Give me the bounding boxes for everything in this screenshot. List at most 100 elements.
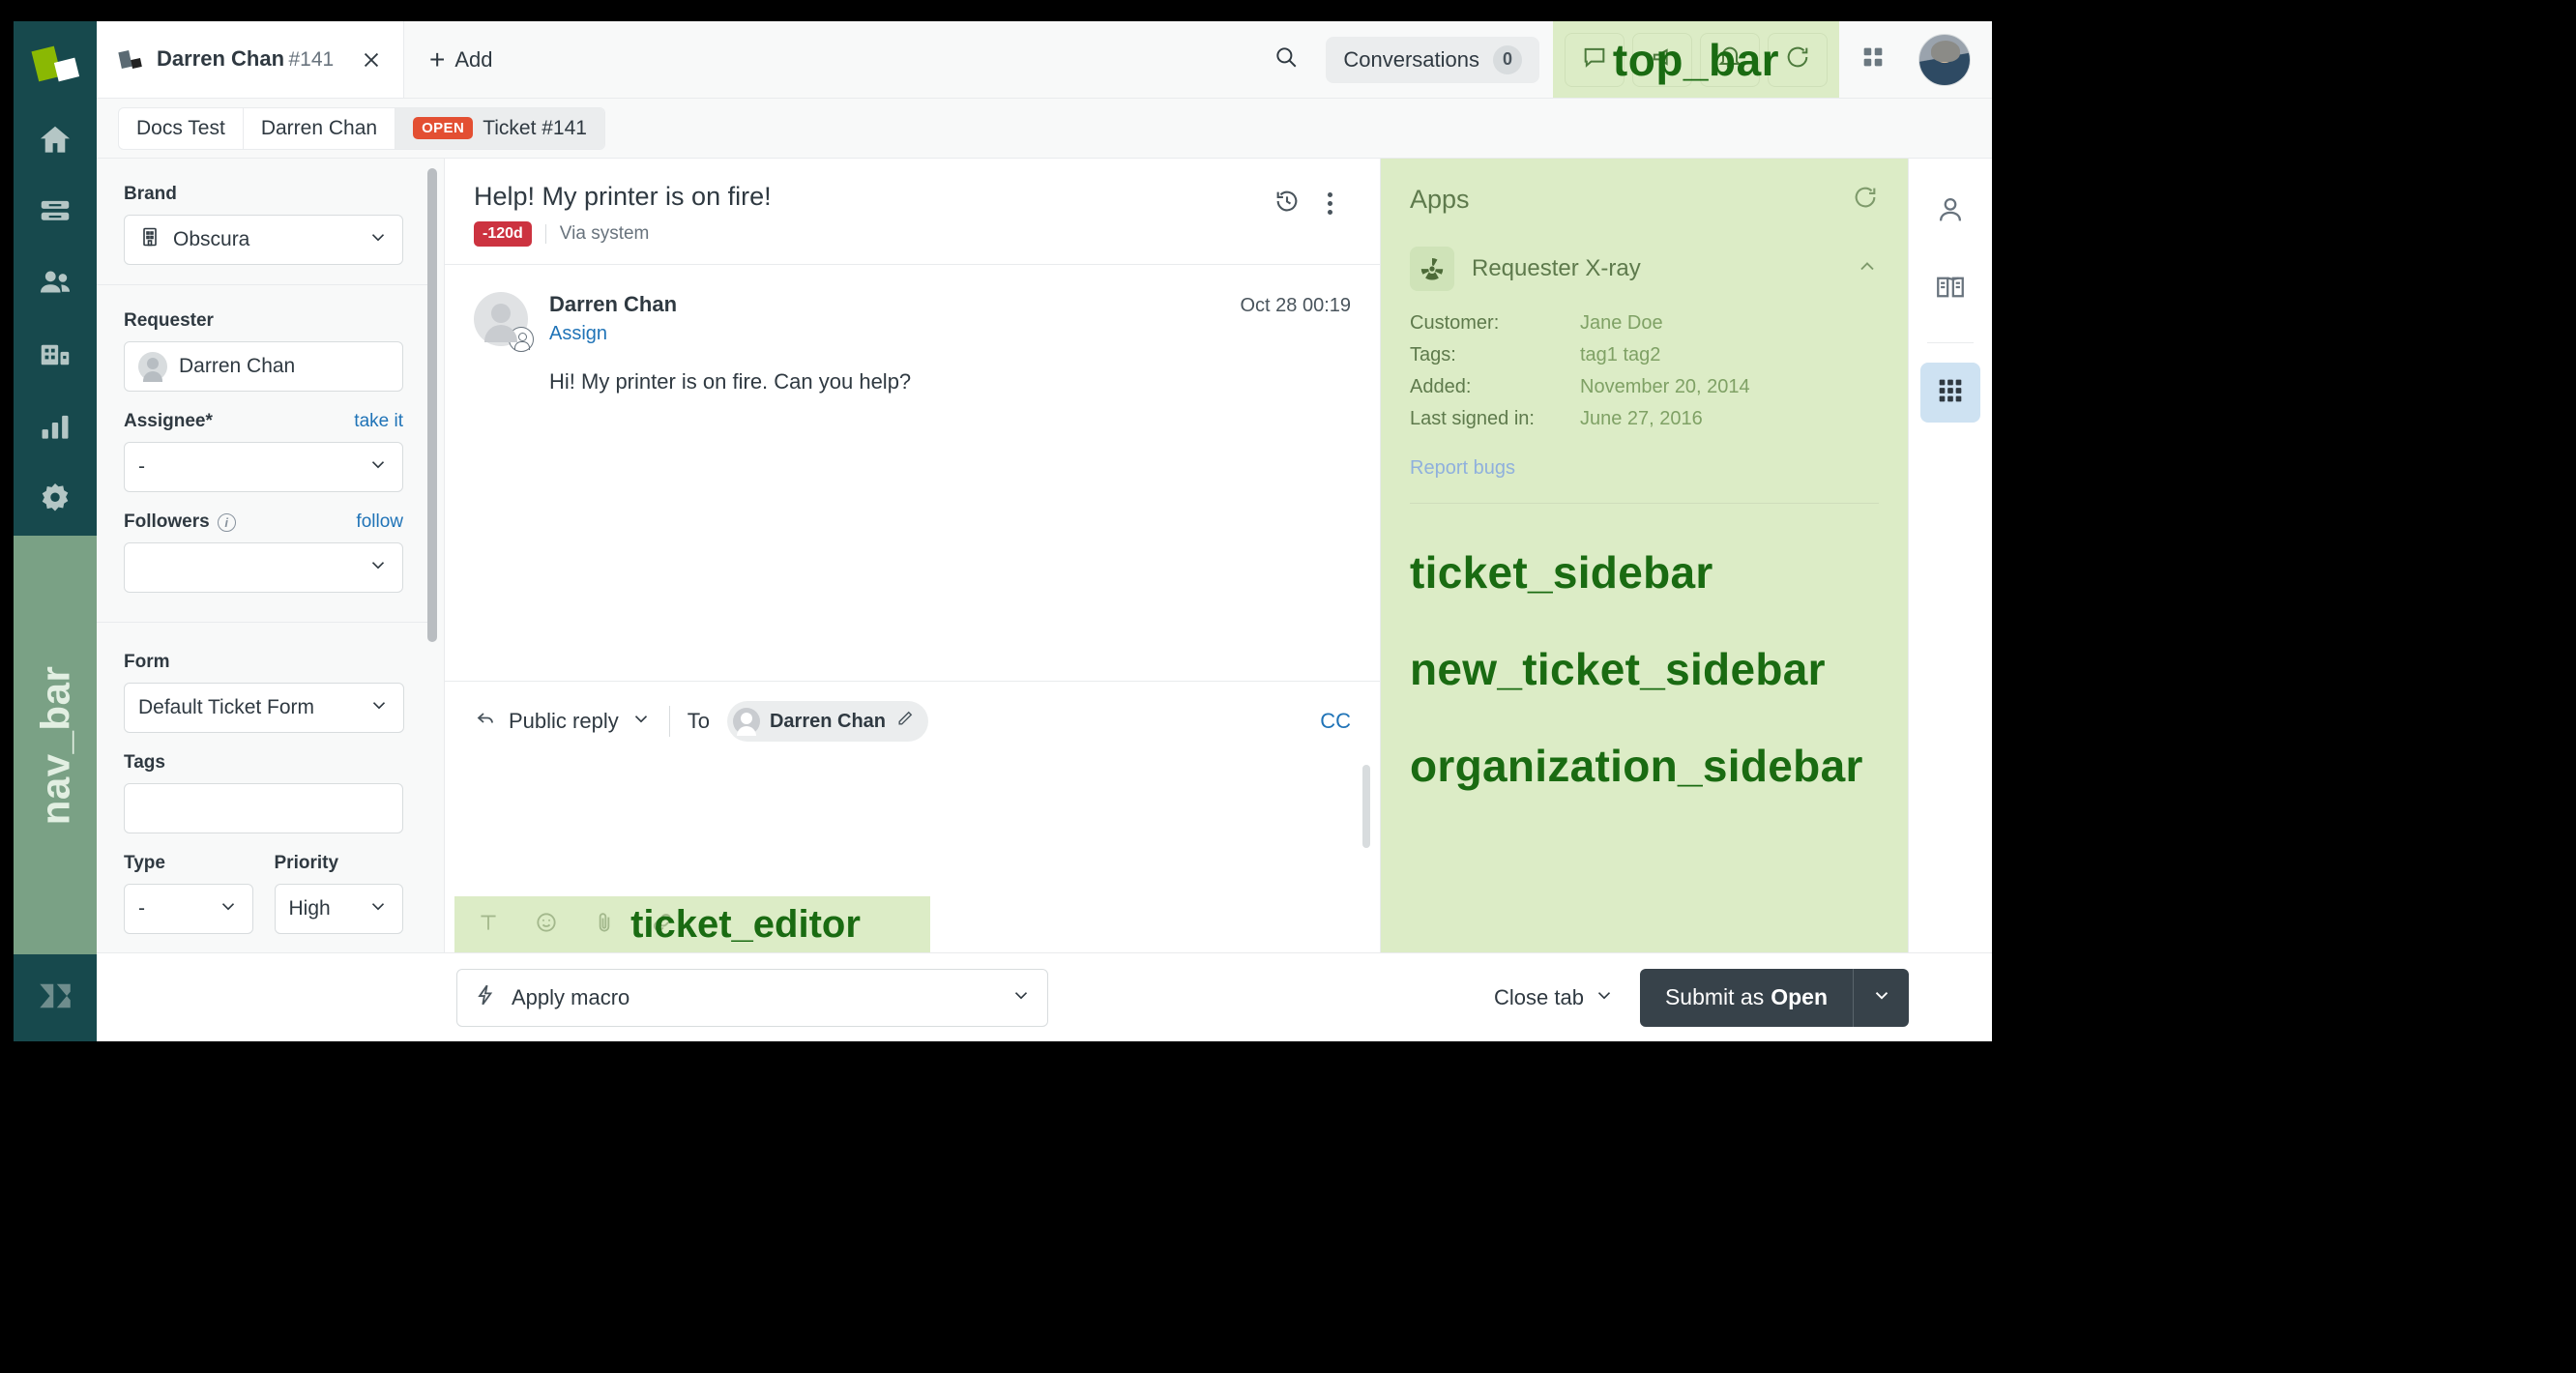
reply-arrow-icon bbox=[474, 707, 497, 736]
breadcrumb-item-0[interactable]: Docs Test bbox=[119, 107, 244, 149]
breadcrumb: Docs Test Darren Chan OPEN Ticket #141 bbox=[97, 99, 1992, 159]
via-label: Via system bbox=[559, 223, 650, 244]
field-followers: Followers i follow bbox=[124, 511, 403, 593]
chevron-down-icon bbox=[367, 453, 389, 481]
link-icon[interactable] bbox=[650, 910, 675, 940]
type-label: Type bbox=[124, 853, 165, 873]
gear-icon bbox=[37, 480, 73, 521]
recipient-chip[interactable]: Darren Chan bbox=[726, 701, 928, 742]
breadcrumb-item-current[interactable]: OPEN Ticket #141 bbox=[395, 107, 604, 149]
recipient-name: Darren Chan bbox=[769, 710, 886, 732]
notifications-button[interactable] bbox=[1700, 32, 1760, 87]
megaphone-button[interactable] bbox=[1632, 32, 1692, 87]
tags-input[interactable] bbox=[124, 783, 403, 833]
cc-link[interactable]: CC bbox=[1320, 709, 1351, 734]
nav-bottom-logo[interactable] bbox=[14, 954, 97, 1041]
channel-label: Public reply bbox=[509, 709, 619, 733]
more-options-button[interactable] bbox=[1308, 182, 1351, 224]
chat-button[interactable] bbox=[1565, 32, 1625, 87]
nav-item-organizations[interactable] bbox=[14, 321, 97, 393]
refresh-button[interactable] bbox=[1852, 184, 1879, 216]
close-tab-label: Close tab bbox=[1494, 984, 1584, 1009]
right-icon-rail bbox=[1909, 159, 1992, 952]
rail-divider bbox=[1927, 342, 1974, 343]
form-select[interactable]: Default Ticket Form bbox=[124, 683, 404, 733]
ticket-tab[interactable]: Darren Chan #141 bbox=[97, 21, 404, 98]
take-it-link[interactable]: take it bbox=[354, 411, 403, 432]
reply-textarea[interactable] bbox=[445, 761, 1380, 896]
nav-item-views[interactable] bbox=[14, 178, 97, 249]
channel-selector[interactable]: Public reply bbox=[474, 707, 652, 736]
priority-select[interactable]: High bbox=[274, 884, 403, 934]
breadcrumb-item-1[interactable]: Darren Chan bbox=[244, 107, 396, 149]
app-row: Tags: tag1 tag2 bbox=[1410, 344, 1879, 366]
nav-item-home[interactable] bbox=[14, 106, 97, 178]
rail-item-knowledge-panel[interactable] bbox=[1920, 259, 1980, 319]
info-icon[interactable]: i bbox=[217, 512, 236, 532]
submit-button[interactable]: Submit as Open bbox=[1639, 968, 1853, 1027]
conversations-button[interactable]: Conversations 0 bbox=[1326, 36, 1539, 83]
plus-icon: + bbox=[429, 44, 446, 74]
collapse-button[interactable] bbox=[1856, 255, 1879, 283]
rail-item-apps-panel[interactable] bbox=[1920, 363, 1980, 423]
brand-select[interactable]: Obscura bbox=[124, 215, 403, 265]
nav-item-admin[interactable] bbox=[14, 464, 97, 536]
radiation-icon bbox=[1410, 247, 1454, 291]
field-requester: Requester Darren Chan bbox=[124, 310, 403, 392]
avatar[interactable] bbox=[1918, 33, 1971, 86]
editor-scrollbar[interactable] bbox=[1362, 765, 1370, 848]
assign-link[interactable]: Assign bbox=[549, 323, 1351, 345]
close-tab-button[interactable]: Close tab bbox=[1494, 984, 1615, 1011]
apply-macro-select[interactable]: Apply macro bbox=[456, 968, 1048, 1027]
form-label: Form bbox=[124, 652, 170, 672]
user-icon bbox=[1934, 193, 1967, 231]
app-row-value: June 27, 2016 bbox=[1580, 408, 1703, 429]
history-icon bbox=[1273, 188, 1301, 219]
emoji-icon[interactable] bbox=[534, 910, 559, 940]
ticket-tab-title: Darren Chan bbox=[157, 46, 285, 72]
nav-item-reporting[interactable] bbox=[14, 393, 97, 464]
add-tab-button[interactable]: + Add bbox=[404, 21, 518, 98]
type-select[interactable]: - bbox=[124, 884, 253, 934]
submit-dropdown-button[interactable] bbox=[1853, 968, 1909, 1027]
assignee-select[interactable]: - bbox=[124, 442, 403, 492]
sidebar-scrollbar[interactable] bbox=[427, 168, 437, 642]
comment-author: Darren Chan bbox=[549, 292, 678, 316]
report-bugs-link[interactable]: Report bugs bbox=[1410, 457, 1879, 480]
field-form: Form Default Ticket Form bbox=[124, 652, 404, 733]
apps-grid-button[interactable] bbox=[1839, 21, 1907, 98]
rail-item-user-panel[interactable] bbox=[1920, 182, 1980, 242]
add-tab-label: Add bbox=[454, 46, 493, 72]
ticket-editor: Public reply To Darren Chan CC ticket_ed… bbox=[445, 681, 1380, 952]
comment-item: Darren Chan Oct 28 00:19 Assign Hi! My p… bbox=[474, 292, 1351, 397]
chevron-down-icon bbox=[218, 895, 239, 922]
megaphone-icon bbox=[1649, 44, 1676, 75]
search-button[interactable] bbox=[1252, 21, 1320, 98]
follow-link[interactable]: follow bbox=[356, 511, 403, 533]
apps-panel-annotations: ticket_sidebar new_ticket_sidebar organi… bbox=[1381, 504, 1908, 836]
attachment-icon[interactable] bbox=[592, 910, 617, 940]
requester-input[interactable]: Darren Chan bbox=[124, 341, 403, 392]
nav-bar-annotation: nav_bar bbox=[14, 536, 97, 954]
zendesk-logo-icon[interactable] bbox=[29, 43, 81, 87]
followers-select[interactable] bbox=[124, 542, 403, 593]
updates-button[interactable] bbox=[1768, 32, 1828, 87]
history-button[interactable] bbox=[1266, 182, 1308, 224]
zendesk-z-icon bbox=[35, 976, 75, 1021]
field-type: Type - bbox=[124, 853, 253, 934]
app-row-key: Added: bbox=[1410, 376, 1472, 397]
conversations-count: 0 bbox=[1493, 44, 1522, 74]
text-format-icon[interactable] bbox=[476, 910, 501, 940]
app-card-requester-xray: Requester X-ray Customer: Jane Doe Tags:… bbox=[1381, 225, 1908, 504]
updates-icon bbox=[1784, 44, 1811, 75]
priority-value: High bbox=[288, 897, 331, 920]
conversations-label: Conversations bbox=[1343, 46, 1479, 72]
close-icon[interactable] bbox=[355, 44, 388, 76]
pencil-icon[interactable] bbox=[895, 709, 915, 734]
nav-item-customers[interactable] bbox=[14, 249, 97, 321]
workspace-body: Brand Obscura Requester Darren Chan Assi… bbox=[97, 159, 1992, 952]
comment-body: Hi! My printer is on fire. Can you help? bbox=[549, 369, 912, 394]
editor-toolbar-annotation: ticket_editor bbox=[454, 896, 930, 952]
ticket-footer: Apply macro Close tab Submit as Open bbox=[97, 952, 1992, 1041]
status-badge: OPEN bbox=[413, 117, 474, 139]
